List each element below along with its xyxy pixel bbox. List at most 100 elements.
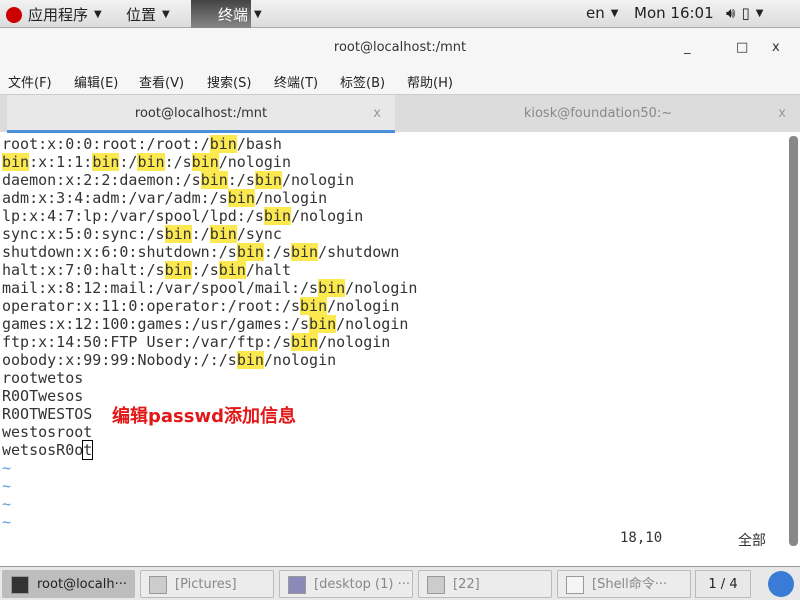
search-highlight: bin (291, 243, 319, 261)
search-highlight: bin (300, 297, 328, 315)
taskbar-label: [Shell命令··· (592, 577, 668, 592)
search-highlight: bin (218, 261, 246, 279)
window-title: root@localhost:/mnt (333, 40, 467, 55)
clock-label: Mon 16:01 (634, 4, 714, 22)
terminal-line: ftp:x:14:50:FTP User:/var/ftp:/sbin/nolo… (2, 333, 391, 351)
menu-help[interactable]: 帮助(H) (407, 72, 453, 91)
empty-line-marker: ~ (2, 513, 12, 531)
search-highlight: bin (137, 153, 165, 171)
terminal-line: wetsosR0ot (2, 440, 94, 460)
chevron-down-icon: ▼ (254, 9, 262, 20)
chevron-down-icon: ▼ (755, 7, 764, 19)
taskbar: root@localh··· [Pictures] [desktop (1) ·… (0, 566, 800, 600)
scrollbar[interactable] (789, 136, 798, 546)
annotation-text: 编辑passwd添加信息 (112, 406, 296, 427)
taskbar-label: root@localh··· (37, 577, 127, 592)
terminal-line: adm:x:3:4:adm:/var/adm:/sbin/nologin (2, 189, 328, 207)
terminal-line: westosroot (2, 423, 93, 441)
maximize-button[interactable]: □ (736, 28, 748, 68)
scroll-status: 全部 (738, 533, 766, 549)
close-button[interactable]: x (772, 28, 780, 68)
tab-bar: root@localhost:/mnt x kiosk@foundation50:… (0, 94, 800, 133)
terminal-line: games:x:12:100:games:/usr/games:/sbin/no… (2, 315, 409, 333)
taskbar-item-terminal[interactable]: root@localh··· (2, 570, 135, 598)
terminal-line: root:x:0:0:root:/root:/bin/bash (2, 135, 282, 153)
taskbar-label: [Pictures] (175, 577, 237, 592)
places-menu[interactable]: 位置 ▼ (126, 4, 170, 25)
terminal-line: R0OTWESTOS (2, 405, 93, 423)
terminal-line: bin:x:1:1:bin:/bin:/sbin/nologin (2, 153, 291, 171)
text-cursor: t (82, 440, 94, 460)
terminal-line: R0OTwesos (2, 387, 84, 405)
notification-icon[interactable] (768, 571, 794, 597)
language-label: en (586, 4, 605, 22)
search-highlight: bin (191, 153, 219, 171)
tab-label: root@localhost:/mnt (134, 106, 268, 121)
search-highlight: bin (200, 171, 228, 189)
terminal-line: halt:x:7:0:halt:/sbin:/sbin/halt (2, 261, 291, 279)
chevron-down-icon: ▼ (610, 7, 619, 19)
search-highlight: bin (236, 351, 264, 369)
search-highlight: bin (236, 243, 264, 261)
chevron-down-icon: ▼ (162, 9, 170, 20)
menu-terminal[interactable]: 终端(T) (274, 72, 318, 91)
tab-close-button[interactable]: x (778, 95, 786, 133)
terminal-icon (11, 576, 29, 594)
taskbar-item-22[interactable]: [22] (418, 570, 552, 598)
search-highlight: bin (92, 153, 120, 171)
minimize-button[interactable]: _ (684, 28, 691, 68)
empty-line-marker: ~ (2, 477, 12, 495)
workspace-switcher[interactable]: 1 / 4 (695, 570, 751, 598)
clock[interactable]: Mon 16:01 (634, 4, 714, 22)
terminal-label: 终端 (218, 6, 249, 24)
search-highlight: bin (263, 207, 291, 225)
applications-menu[interactable]: 应用程序 ▼ (6, 4, 102, 25)
search-highlight: bin (209, 225, 237, 243)
terminal-line: rootwetos (2, 369, 84, 387)
search-highlight: bin (2, 153, 30, 171)
window-titlebar: root@localhost:/mnt _ □ x (0, 28, 800, 68)
terminal-line: operator:x:11:0:operator:/root:/sbin/nol… (2, 297, 400, 315)
terminal-content[interactable]: root:x:0:0:root:/root:/bin/bash bin:x:1:1… (0, 133, 786, 565)
tab-label: kiosk@foundation50:~ (523, 106, 673, 121)
taskbar-item-shell[interactable]: [Shell命令··· (557, 570, 691, 598)
chevron-down-icon: ▼ (94, 9, 102, 20)
volume-icon: 🔊︎ (726, 4, 736, 22)
text-editor-icon (566, 576, 584, 594)
menu-search[interactable]: 搜索(S) (207, 72, 251, 91)
cursor-position: 18,10 (620, 530, 663, 546)
terminal-line: lp:x:4:7:lp:/var/spool/lpd:/sbin/nologin (2, 207, 364, 225)
system-menu[interactable]: 🔊︎ ▯ ▼ (726, 4, 763, 22)
taskbar-item-pictures[interactable]: [Pictures] (140, 570, 274, 598)
taskbar-label: [22] (453, 577, 480, 592)
folder-icon (149, 576, 167, 594)
search-highlight: bin (318, 279, 346, 297)
taskbar-label: [desktop (1) ··· (314, 577, 411, 592)
terminal-line: oobody:x:99:99:Nobody:/:/sbin/nologin (2, 351, 337, 369)
terminal-line: sync:x:5:0:sync:/sbin:/bin/sync (2, 225, 282, 243)
menu-file[interactable]: 文件(F) (8, 72, 52, 91)
folder-icon (427, 576, 445, 594)
menu-view[interactable]: 查看(V) (139, 72, 184, 91)
top-panel: 应用程序 ▼ 位置 ▼ 终端 ▼ en ▼ Mon 16:01 🔊︎ ▯ ▼ (0, 0, 800, 28)
tab-kiosk-foundation[interactable]: kiosk@foundation50:~ x (396, 95, 800, 133)
redhat-logo-icon (6, 6, 22, 23)
search-highlight: bin (209, 135, 237, 153)
taskbar-item-desktop[interactable]: [desktop (1) ··· (279, 570, 413, 598)
menu-edit[interactable]: 编辑(E) (74, 72, 118, 91)
terminal-line: daemon:x:2:2:daemon:/sbin:/sbin/nologin (2, 171, 355, 189)
language-menu[interactable]: en ▼ (586, 4, 618, 22)
monitor-icon (288, 576, 306, 594)
search-highlight: bin (164, 261, 192, 279)
search-highlight: bin (227, 189, 255, 207)
menu-tabs[interactable]: 标签(B) (340, 72, 385, 91)
tab-close-button[interactable]: x (373, 95, 381, 133)
search-highlight: bin (164, 225, 192, 243)
terminal-line: mail:x:8:12:mail:/var/spool/mail:/sbin/n… (2, 279, 418, 297)
search-highlight: bin (309, 315, 337, 333)
terminal-line: shutdown:x:6:0:shutdown:/sbin:/sbin/shut… (2, 243, 400, 261)
empty-line-marker: ~ (2, 459, 12, 477)
tab-root-localhost[interactable]: root@localhost:/mnt x (7, 95, 395, 133)
search-highlight: bin (290, 333, 319, 351)
terminal-app-menu[interactable]: 终端 ▼ (218, 4, 262, 25)
